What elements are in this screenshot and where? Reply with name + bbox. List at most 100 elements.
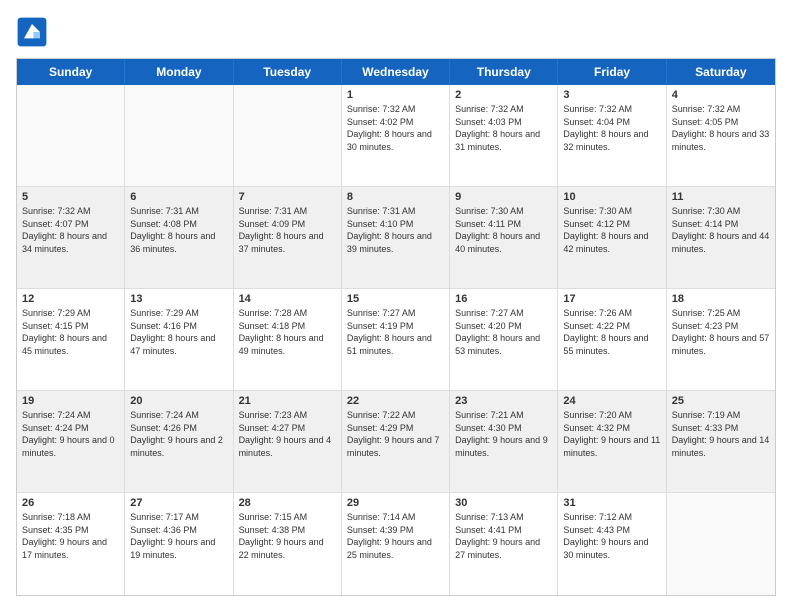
cell-info: Sunrise: 7:27 AM Sunset: 4:20 PM Dayligh… — [455, 307, 552, 357]
header-day-tuesday: Tuesday — [234, 59, 342, 85]
day-number: 12 — [22, 293, 119, 305]
day-number: 1 — [347, 89, 444, 101]
day-number: 8 — [347, 191, 444, 203]
day-number: 17 — [563, 293, 660, 305]
empty-cell — [17, 85, 125, 186]
empty-cell — [234, 85, 342, 186]
day-number: 18 — [672, 293, 770, 305]
day-number: 7 — [239, 191, 336, 203]
week-row-1: 5 Sunrise: 7:32 AM Sunset: 4:07 PM Daylig… — [17, 187, 775, 289]
day-cell-24: 24 Sunrise: 7:20 AM Sunset: 4:32 PM Dayli… — [558, 391, 666, 492]
cell-info: Sunrise: 7:20 AM Sunset: 4:32 PM Dayligh… — [563, 409, 660, 459]
cell-info: Sunrise: 7:31 AM Sunset: 4:09 PM Dayligh… — [239, 205, 336, 255]
day-number: 21 — [239, 395, 336, 407]
cell-info: Sunrise: 7:19 AM Sunset: 4:33 PM Dayligh… — [672, 409, 770, 459]
calendar-body: 1 Sunrise: 7:32 AM Sunset: 4:02 PM Daylig… — [17, 85, 775, 595]
cell-info: Sunrise: 7:24 AM Sunset: 4:26 PM Dayligh… — [130, 409, 227, 459]
day-cell-18: 18Sunrise: 7:25 AM Sunset: 4:23 PM Dayli… — [667, 289, 775, 390]
day-number: 3 — [563, 89, 660, 101]
cell-info: Sunrise: 7:23 AM Sunset: 4:27 PM Dayligh… — [239, 409, 336, 459]
day-cell-9: 9 Sunrise: 7:30 AM Sunset: 4:11 PM Daylig… — [450, 187, 558, 288]
header-day-wednesday: Wednesday — [342, 59, 450, 85]
day-cell-14: 14Sunrise: 7:28 AM Sunset: 4:18 PM Dayli… — [234, 289, 342, 390]
day-number: 28 — [239, 497, 336, 509]
day-cell-2: 2 Sunrise: 7:32 AM Sunset: 4:03 PM Daylig… — [450, 85, 558, 186]
day-number: 22 — [347, 395, 444, 407]
cell-info: Sunrise: 7:15 AM Sunset: 4:38 PM Dayligh… — [239, 511, 336, 561]
day-number: 27 — [130, 497, 227, 509]
day-cell-28: 28 Sunrise: 7:15 AM Sunset: 4:38 PM Dayli… — [234, 493, 342, 595]
header-day-sunday: Sunday — [17, 59, 125, 85]
day-cell-12: 12 Sunrise: 7:29 AM Sunset: 4:15 PM Dayli… — [17, 289, 125, 390]
logo-icon — [16, 16, 48, 48]
day-cell-17: 17 Sunrise: 7:26 AM Sunset: 4:22 PM Dayli… — [558, 289, 666, 390]
cell-info: Sunrise: 7:30 AM Sunset: 4:11 PM Dayligh… — [455, 205, 552, 255]
calendar-header: SundayMondayTuesdayWednesdayThursdayFrid… — [17, 59, 775, 85]
day-cell-3: 3Sunrise: 7:32 AM Sunset: 4:04 PM Daylig… — [558, 85, 666, 186]
day-number: 9 — [455, 191, 552, 203]
cell-info: Sunrise: 7:29 AM Sunset: 4:15 PM Dayligh… — [22, 307, 119, 357]
cell-info: Sunrise: 7:32 AM Sunset: 4:03 PM Dayligh… — [455, 103, 552, 153]
day-number: 2 — [455, 89, 552, 101]
day-number: 30 — [455, 497, 552, 509]
day-number: 23 — [455, 395, 552, 407]
day-cell-6: 6Sunrise: 7:31 AM Sunset: 4:08 PM Daylig… — [125, 187, 233, 288]
day-cell-22: 22Sunrise: 7:22 AM Sunset: 4:29 PM Dayli… — [342, 391, 450, 492]
day-cell-19: 19 Sunrise: 7:24 AM Sunset: 4:24 PM Dayli… — [17, 391, 125, 492]
cell-info: Sunrise: 7:21 AM Sunset: 4:30 PM Dayligh… — [455, 409, 552, 459]
day-cell-21: 21 Sunrise: 7:23 AM Sunset: 4:27 PM Dayli… — [234, 391, 342, 492]
day-cell-27: 27 Sunrise: 7:17 AM Sunset: 4:36 PM Dayli… — [125, 493, 233, 595]
day-number: 15 — [347, 293, 444, 305]
day-number: 26 — [22, 497, 119, 509]
day-cell-10: 10Sunrise: 7:30 AM Sunset: 4:12 PM Dayli… — [558, 187, 666, 288]
day-cell-31: 31 Sunrise: 7:12 AM Sunset: 4:43 PM Dayli… — [558, 493, 666, 595]
cell-info: Sunrise: 7:12 AM Sunset: 4:43 PM Dayligh… — [563, 511, 660, 561]
logo — [16, 16, 54, 48]
day-number: 31 — [563, 497, 660, 509]
cell-info: Sunrise: 7:28 AM Sunset: 4:18 PM Dayligh… — [239, 307, 336, 357]
cell-info: Sunrise: 7:31 AM Sunset: 4:10 PM Dayligh… — [347, 205, 444, 255]
cell-info: Sunrise: 7:27 AM Sunset: 4:19 PM Dayligh… — [347, 307, 444, 357]
day-cell-4: 4 Sunrise: 7:32 AM Sunset: 4:05 PM Daylig… — [667, 85, 775, 186]
header-day-thursday: Thursday — [450, 59, 558, 85]
calendar: SundayMondayTuesdayWednesdayThursdayFrid… — [16, 58, 776, 596]
day-number: 5 — [22, 191, 119, 203]
header-day-friday: Friday — [558, 59, 666, 85]
week-row-2: 12 Sunrise: 7:29 AM Sunset: 4:15 PM Dayli… — [17, 289, 775, 391]
day-cell-15: 15 Sunrise: 7:27 AM Sunset: 4:19 PM Dayli… — [342, 289, 450, 390]
day-cell-23: 23 Sunrise: 7:21 AM Sunset: 4:30 PM Dayli… — [450, 391, 558, 492]
week-row-0: 1 Sunrise: 7:32 AM Sunset: 4:02 PM Daylig… — [17, 85, 775, 187]
day-cell-29: 29 Sunrise: 7:14 AM Sunset: 4:39 PM Dayli… — [342, 493, 450, 595]
day-number: 24 — [563, 395, 660, 407]
cell-info: Sunrise: 7:32 AM Sunset: 4:05 PM Dayligh… — [672, 103, 770, 153]
day-cell-16: 16Sunrise: 7:27 AM Sunset: 4:20 PM Dayli… — [450, 289, 558, 390]
cell-info: Sunrise: 7:32 AM Sunset: 4:07 PM Dayligh… — [22, 205, 119, 255]
week-row-3: 19 Sunrise: 7:24 AM Sunset: 4:24 PM Dayli… — [17, 391, 775, 493]
day-cell-25: 25Sunrise: 7:19 AM Sunset: 4:33 PM Dayli… — [667, 391, 775, 492]
day-cell-11: 11 Sunrise: 7:30 AM Sunset: 4:14 PM Dayli… — [667, 187, 775, 288]
cell-info: Sunrise: 7:18 AM Sunset: 4:35 PM Dayligh… — [22, 511, 119, 561]
empty-cell — [667, 493, 775, 595]
cell-info: Sunrise: 7:26 AM Sunset: 4:22 PM Dayligh… — [563, 307, 660, 357]
page-header — [16, 16, 776, 48]
day-cell-13: 13 Sunrise: 7:29 AM Sunset: 4:16 PM Dayli… — [125, 289, 233, 390]
cell-info: Sunrise: 7:17 AM Sunset: 4:36 PM Dayligh… — [130, 511, 227, 561]
day-number: 20 — [130, 395, 227, 407]
day-cell-1: 1 Sunrise: 7:32 AM Sunset: 4:02 PM Daylig… — [342, 85, 450, 186]
day-number: 29 — [347, 497, 444, 509]
day-number: 11 — [672, 191, 770, 203]
header-day-saturday: Saturday — [667, 59, 775, 85]
day-number: 6 — [130, 191, 227, 203]
week-row-4: 26 Sunrise: 7:18 AM Sunset: 4:35 PM Dayli… — [17, 493, 775, 595]
day-number: 19 — [22, 395, 119, 407]
day-cell-7: 7 Sunrise: 7:31 AM Sunset: 4:09 PM Daylig… — [234, 187, 342, 288]
cell-info: Sunrise: 7:14 AM Sunset: 4:39 PM Dayligh… — [347, 511, 444, 561]
cell-info: Sunrise: 7:29 AM Sunset: 4:16 PM Dayligh… — [130, 307, 227, 357]
day-number: 4 — [672, 89, 770, 101]
empty-cell — [125, 85, 233, 186]
cell-info: Sunrise: 7:32 AM Sunset: 4:02 PM Dayligh… — [347, 103, 444, 153]
cell-info: Sunrise: 7:30 AM Sunset: 4:14 PM Dayligh… — [672, 205, 770, 255]
cell-info: Sunrise: 7:24 AM Sunset: 4:24 PM Dayligh… — [22, 409, 119, 459]
cell-info: Sunrise: 7:30 AM Sunset: 4:12 PM Dayligh… — [563, 205, 660, 255]
day-number: 13 — [130, 293, 227, 305]
